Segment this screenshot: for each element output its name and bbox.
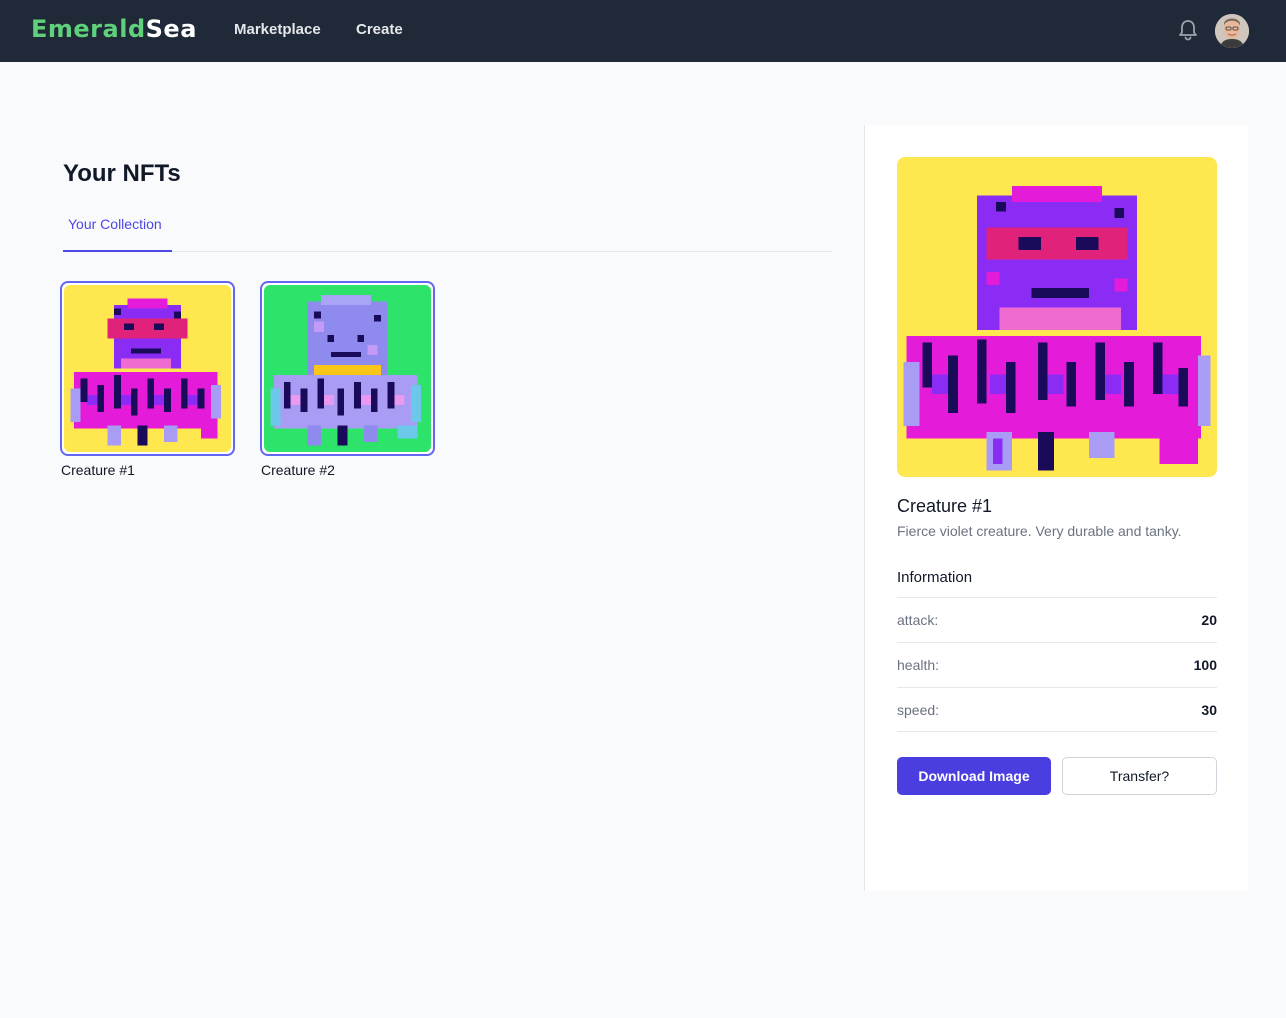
nft-thumbnail[interactable] (260, 281, 435, 456)
info-heading: Information (897, 569, 973, 586)
tab-your-collection[interactable]: Your Collection (63, 215, 172, 252)
creature-1-image (64, 285, 231, 452)
info-row-attack: attack: 20 (897, 597, 1217, 642)
brand-text-sea: Sea (145, 15, 197, 43)
tab-label: Your Collection (68, 216, 162, 232)
nav-create[interactable]: Create (356, 21, 403, 38)
nft-card-label: Creature #1 (61, 462, 135, 478)
creature-detail-image (897, 157, 1217, 477)
nft-card-creature-1[interactable]: Creature #1 (60, 281, 235, 478)
creature-2-image (264, 285, 431, 452)
info-row-health: health: 100 (897, 642, 1217, 687)
detail-description: Fierce violet creature. Very durable and… (897, 523, 1182, 539)
brand-logo[interactable]: EmeraldSea (31, 15, 197, 43)
page-title: Your NFTs (63, 160, 181, 187)
tabs-divider (63, 251, 832, 252)
attribute-value: 30 (1201, 702, 1217, 718)
nav-marketplace[interactable]: Marketplace (234, 21, 321, 38)
user-avatar[interactable] (1215, 14, 1249, 48)
attribute-key: speed: (897, 702, 940, 718)
nft-thumbnail[interactable] (60, 281, 235, 456)
nft-card-creature-2[interactable]: Creature #2 (260, 281, 435, 478)
detail-panel: Creature #1 Fierce violet creature. Very… (864, 125, 1248, 891)
attribute-key: attack: (897, 612, 939, 628)
transfer-button[interactable]: Transfer? (1062, 757, 1217, 795)
attribute-value: 20 (1201, 612, 1217, 628)
top-nav: EmeraldSea Marketplace Create (0, 0, 1286, 62)
attribute-value: 100 (1193, 657, 1217, 673)
info-list: attack: 20 health: 100 speed: 30 (897, 597, 1217, 732)
info-row-speed: speed: 30 (897, 687, 1217, 732)
brand-text-emerald: Emerald (31, 15, 146, 43)
nft-card-label: Creature #2 (261, 462, 335, 478)
detail-title: Creature #1 (897, 496, 993, 516)
download-image-button[interactable]: Download Image (897, 757, 1051, 795)
attribute-key: health: (897, 657, 940, 673)
bell-icon[interactable] (1177, 18, 1199, 42)
